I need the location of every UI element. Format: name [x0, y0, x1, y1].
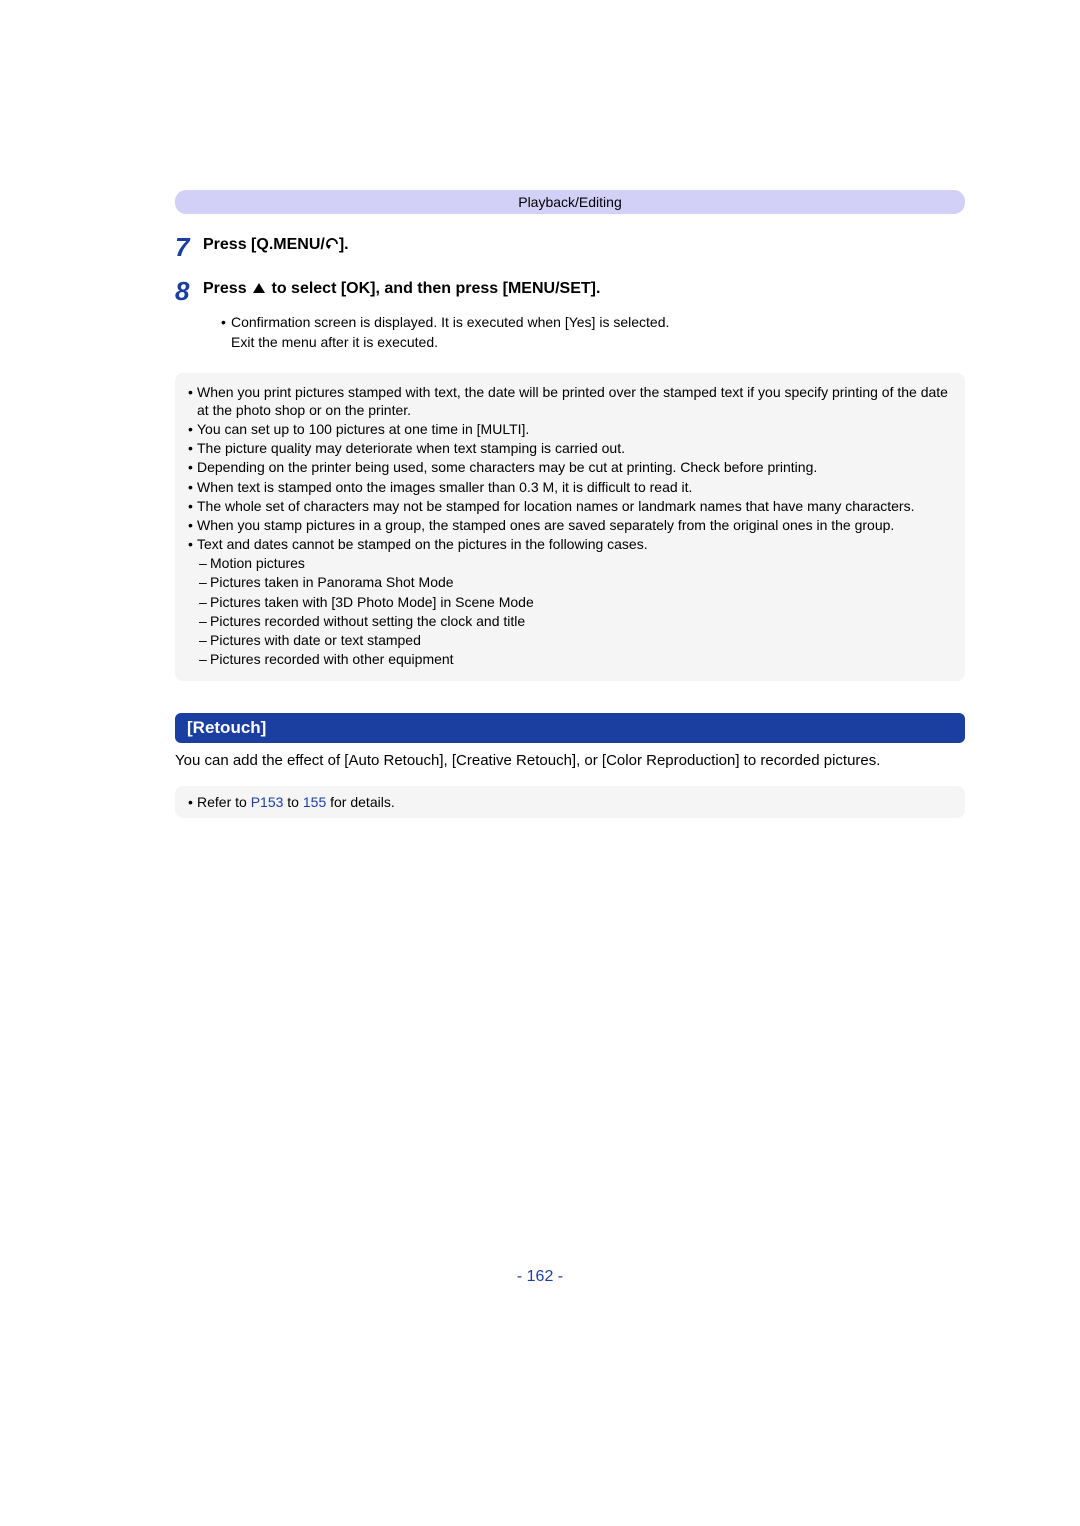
note-text: When text is stamped onto the images sma… [197, 478, 952, 496]
note-sub-text: Pictures taken with [3D Photo Mode] in S… [210, 593, 534, 611]
step-sub-text: Confirmation screen is displayed. It is … [231, 312, 669, 332]
step-number: 8 [175, 278, 203, 353]
refer-post: for details. [326, 794, 394, 810]
up-arrow-icon [253, 283, 265, 293]
notes-box: •When you print pictures stamped with te… [175, 373, 965, 682]
page-link-p153[interactable]: P153 [251, 794, 284, 810]
note-text: When you print pictures stamped with tex… [197, 383, 952, 419]
dash-bullet: – [199, 573, 210, 591]
note-text: The whole set of characters may not be s… [197, 497, 952, 515]
dash-bullet: – [199, 612, 210, 630]
step-7: 7 Press [Q.MENU/]. [175, 234, 965, 260]
retouch-heading: [Retouch] [175, 713, 965, 743]
bullet-dot: • [188, 420, 197, 438]
dash-bullet: – [199, 650, 210, 668]
bullet-dot: • [188, 383, 197, 419]
refer-text: Refer to P153 to 155 for details. [197, 794, 395, 810]
note-sub-text: Pictures recorded without setting the cl… [210, 612, 525, 630]
bullet-dot: • [188, 439, 197, 457]
refer-mid: to [283, 794, 302, 810]
note-text: The picture quality may deteriorate when… [197, 439, 952, 457]
bullet-dot: • [188, 535, 197, 553]
note-sub-text: Pictures recorded with other equipment [210, 650, 454, 668]
step-sub-text-cont: Exit the menu after it is executed. [221, 332, 965, 352]
section-header: Playback/Editing [175, 190, 965, 214]
refer-pre: Refer to [197, 794, 251, 810]
dash-bullet: – [199, 593, 210, 611]
return-icon [325, 236, 339, 254]
bullet-dot: • [188, 458, 197, 476]
note-sub-text: Motion pictures [210, 554, 305, 572]
note-text: You can set up to 100 pictures at one ti… [197, 420, 952, 438]
bullet-dot: • [188, 516, 197, 534]
page-link-155[interactable]: 155 [303, 794, 326, 810]
step-title-post: ]. [339, 236, 349, 253]
note-text: Text and dates cannot be stamped on the … [197, 535, 952, 553]
step-8: 8 Press to select [OK], and then press [… [175, 278, 965, 353]
refer-box: • Refer to P153 to 155 for details. [175, 786, 965, 818]
bullet-dot: • [188, 497, 197, 515]
step-title-post: to select [OK], and then press [MENU/SET… [267, 280, 600, 297]
step-title-pre: Press [203, 280, 251, 297]
note-sub-text: Pictures with date or text stamped [210, 631, 421, 649]
bullet-dot: • [221, 312, 231, 332]
step-title-pre: Press [Q.MENU/ [203, 236, 325, 253]
step-number: 7 [175, 234, 203, 260]
bullet-dot: • [188, 794, 197, 810]
note-text: Depending on the printer being used, som… [197, 458, 952, 476]
bullet-dot: • [188, 478, 197, 496]
note-text: When you stamp pictures in a group, the … [197, 516, 952, 534]
retouch-description: You can add the effect of [Auto Retouch]… [175, 751, 965, 771]
note-sub-text: Pictures taken in Panorama Shot Mode [210, 573, 454, 591]
step-title: Press [Q.MENU/]. [203, 236, 965, 254]
page-number: - 162 - [0, 1268, 1080, 1286]
step-title: Press to select [OK], and then press [ME… [203, 280, 965, 298]
dash-bullet: – [199, 554, 210, 572]
dash-bullet: – [199, 631, 210, 649]
